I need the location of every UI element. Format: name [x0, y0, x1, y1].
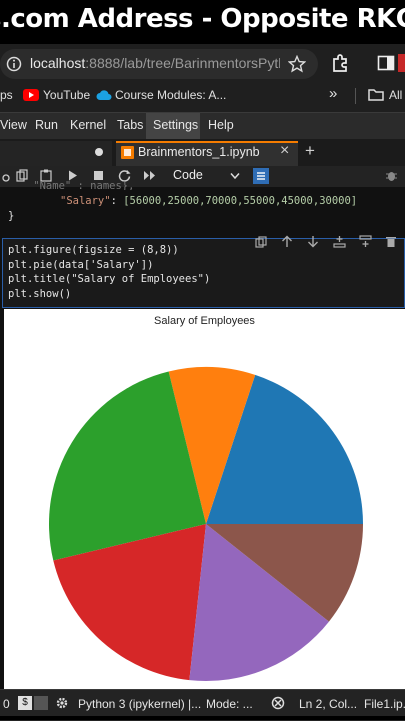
cursor-position: Ln 2, Col...	[299, 697, 358, 711]
tab-close-icon[interactable]: ×	[280, 142, 289, 160]
salary-key: "Salary"	[60, 195, 111, 207]
more-bookmarks-icon[interactable]: »	[329, 85, 337, 102]
tab-label: Brainmentors_1.ipynb	[138, 145, 260, 159]
bookmark-youtube[interactable]: YouTube	[43, 88, 90, 102]
code-line-title: plt.title("Salary of Employees")	[8, 273, 211, 285]
duplicate-cell-icon[interactable]	[255, 236, 267, 248]
menu-tabs[interactable]: Tabs	[117, 118, 143, 132]
code-line-show: plt.show()	[8, 288, 72, 300]
extensions-icon[interactable]	[330, 53, 350, 73]
banner-text: s.com Address - Opposite RKGIT C	[0, 4, 405, 34]
url-host: localhost	[30, 55, 86, 71]
notebook-icon	[121, 146, 134, 159]
url-path: :8888/lab/tree/BarinmentorsPython/...	[85, 55, 280, 71]
bug-icon[interactable]	[385, 169, 398, 182]
move-down-icon[interactable]	[307, 235, 319, 248]
kernel-status[interactable]: Python 3 (ipykernel) |...	[78, 697, 201, 711]
menu-settings[interactable]: Settings	[153, 118, 198, 132]
youtube-icon	[23, 89, 39, 101]
folder-icon	[368, 89, 384, 101]
bookmark-apps[interactable]: ps	[0, 88, 13, 102]
stop-icon[interactable]	[94, 171, 103, 180]
terminal-icon[interactable]: $	[18, 696, 32, 710]
sidebar-icon[interactable]	[377, 55, 395, 71]
star-icon[interactable]	[288, 55, 306, 73]
pie-chart	[49, 366, 363, 682]
file-name-status: File1.ip...	[364, 697, 405, 711]
salary-values: [56000,25000,70000,55000,45000,30000]	[123, 195, 358, 207]
bookmarks-divider	[355, 88, 356, 104]
url-text[interactable]: localhost:8888/lab/tree/BarinmentorsPyth…	[30, 55, 280, 71]
code-line-close: }	[8, 210, 15, 222]
bottom-edge	[0, 716, 405, 720]
menu-run[interactable]: Run	[35, 118, 58, 132]
code-line-salary: "Salary": [56000,25000,70000,55000,45000…	[60, 195, 358, 207]
code-line-names: "Name" : names},	[8, 180, 135, 190]
new-tab-icon[interactable]: +	[305, 141, 315, 161]
delete-cell-icon[interactable]	[385, 235, 397, 248]
site-info-icon[interactable]	[6, 56, 22, 72]
no-entry-icon[interactable]	[271, 696, 285, 710]
cloud-icon	[96, 90, 112, 100]
profile-avatar[interactable]	[398, 54, 405, 72]
insert-below-icon[interactable]	[359, 235, 372, 248]
menu-help[interactable]: Help	[208, 118, 234, 132]
menu-view[interactable]: View	[0, 118, 27, 132]
badge-icon	[34, 696, 48, 710]
insert-above-icon[interactable]	[333, 235, 346, 248]
chevron-down-icon[interactable]	[230, 172, 240, 180]
bookmark-course-modules[interactable]: Course Modules: A...	[115, 88, 226, 102]
move-up-icon[interactable]	[281, 235, 293, 248]
list-icon	[257, 172, 265, 180]
jupyter-menu-bar	[0, 112, 405, 140]
status-terminal-count[interactable]: 0	[3, 697, 10, 711]
menu-kernel[interactable]: Kernel	[70, 118, 106, 132]
unsaved-dot-icon[interactable]	[95, 148, 103, 156]
bookmark-all[interactable]: All	[389, 88, 402, 102]
cell-type-select[interactable]: Code	[173, 168, 203, 182]
gear-icon[interactable]	[55, 696, 69, 710]
run-all-icon[interactable]	[143, 170, 157, 181]
mode-status[interactable]: Mode: ...	[206, 697, 253, 711]
code-line-figure: plt.figure(figsize = (8,8))	[8, 244, 179, 256]
video-banner: s.com Address - Opposite RKGIT C	[0, 0, 405, 44]
code-line-pie: plt.pie(data['Salary'])	[8, 259, 154, 271]
